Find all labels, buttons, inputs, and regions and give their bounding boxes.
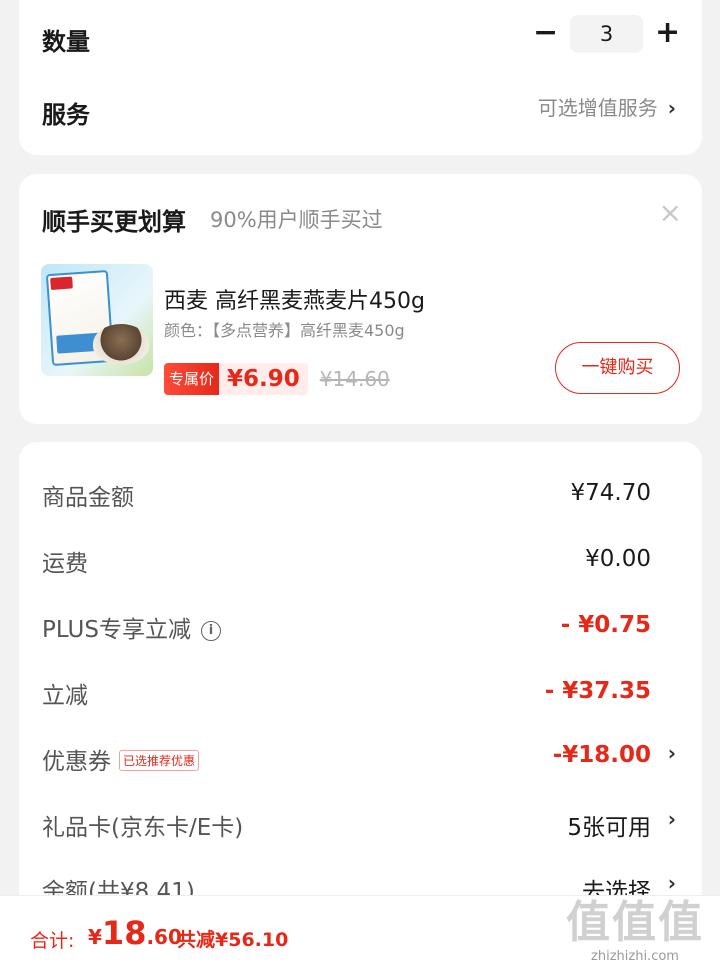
plus-discount-text: PLUS专享立减 bbox=[42, 617, 191, 643]
bundle-subtitle: 90%用户顺手买过 bbox=[210, 208, 383, 232]
coupon-label-text: 优惠券 bbox=[42, 749, 111, 775]
plus-discount-label: PLUS专享立减 i bbox=[42, 610, 221, 644]
quantity-service-card: 数量 − 3 + 服务 可选增值服务 › bbox=[19, 0, 702, 155]
decrease-quantity-button[interactable]: − bbox=[533, 18, 558, 48]
product-name[interactable]: 西麦 高纤黑麦燕麦片450g bbox=[164, 283, 425, 315]
bundle-title: 顺手买更划算 bbox=[42, 208, 186, 236]
service-value-text: 可选增值服务 bbox=[537, 96, 658, 120]
increase-quantity-button[interactable]: + bbox=[655, 18, 680, 48]
total-integer: 18 bbox=[101, 914, 147, 952]
info-icon[interactable]: i bbox=[200, 621, 221, 641]
product-price: 专属价 ¥6.90 ¥14.60 bbox=[164, 363, 390, 395]
chevron-right-icon[interactable]: › bbox=[668, 807, 676, 831]
bundle-recommendation-card: 顺手买更划算 90%用户顺手买过 × 西麦 高纤黑麦燕麦片450g 颜色：【多点… bbox=[19, 174, 702, 424]
shipping-fee-label: 运费 bbox=[42, 551, 88, 577]
site-watermark: 值值值 zhizhizhi.com bbox=[560, 897, 710, 977]
cereal-bowl-image bbox=[93, 324, 149, 364]
quantity-value[interactable]: 3 bbox=[570, 15, 643, 53]
gift-card-label: 礼品卡(京东卡/E卡) bbox=[42, 815, 244, 841]
product-thumbnail[interactable] bbox=[41, 264, 153, 376]
goods-amount-label: 商品金额 bbox=[42, 485, 134, 511]
gift-card-value[interactable]: 5张可用 bbox=[567, 808, 651, 842]
quantity-label: 数量 bbox=[42, 28, 90, 56]
chevron-right-icon[interactable]: › bbox=[668, 741, 676, 765]
goods-amount-value: ¥74.70 bbox=[570, 480, 651, 506]
product-spec: 颜色：【多点营养】高纤黑麦450g bbox=[164, 321, 405, 340]
watermark-logo: 值值值 bbox=[566, 897, 704, 948]
service-label: 服务 bbox=[42, 101, 90, 129]
plus-discount-value: - ¥0.75 bbox=[560, 612, 651, 638]
shipping-fee-value: ¥0.00 bbox=[585, 546, 651, 572]
coupon-value[interactable]: -¥18.00 bbox=[553, 742, 651, 768]
total-saved: 共减¥56.10 bbox=[177, 929, 289, 951]
coupon-label: 优惠券 已选推荐优惠 bbox=[42, 742, 200, 776]
close-icon[interactable]: × bbox=[659, 196, 682, 229]
service-selector[interactable]: 可选增值服务 › bbox=[538, 92, 676, 121]
original-price: ¥14.60 bbox=[319, 367, 390, 391]
total-amount: ¥18.60 bbox=[88, 914, 182, 952]
chevron-right-icon[interactable]: › bbox=[668, 871, 676, 895]
chevron-right-icon: › bbox=[667, 96, 676, 120]
one-click-buy-button[interactable]: 一键购买 bbox=[555, 342, 680, 394]
total-currency: ¥ bbox=[88, 925, 102, 949]
exclusive-price-tag: 专属价 bbox=[164, 363, 220, 395]
watermark-url: zhizhizhi.com bbox=[591, 949, 679, 964]
instant-discount-value: - ¥37.35 bbox=[544, 678, 651, 704]
recommended-coupon-badge: 已选推荐优惠 bbox=[119, 750, 200, 771]
total-label: 合计: bbox=[30, 930, 75, 952]
instant-discount-label: 立减 bbox=[42, 683, 88, 709]
exclusive-price-value: ¥6.90 bbox=[219, 363, 308, 395]
brand-logo-mark bbox=[50, 276, 73, 290]
